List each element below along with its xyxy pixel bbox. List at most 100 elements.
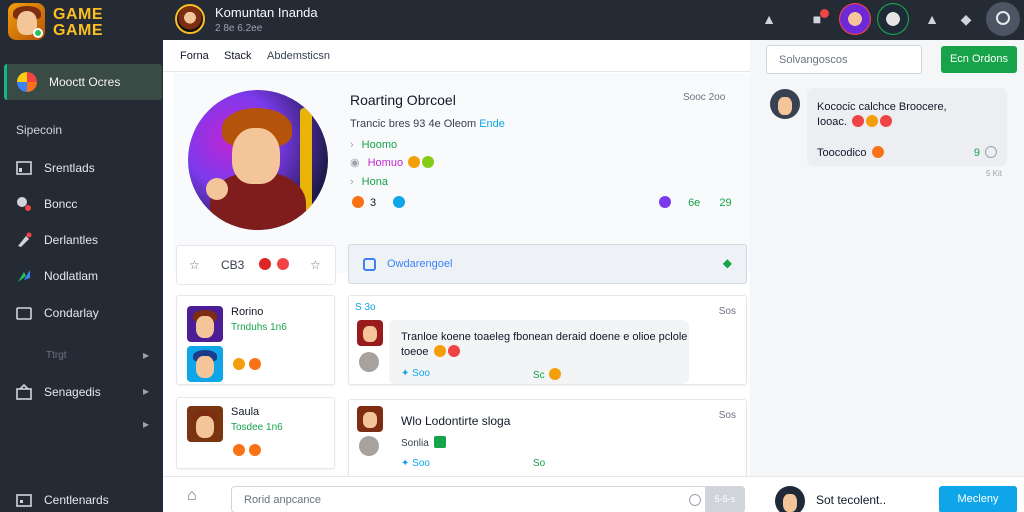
- feed-post: Sos Wlo Lodontirte sloga Sonlia ✦ Soo So: [348, 399, 747, 477]
- post-avatar-small[interactable]: [359, 436, 379, 456]
- friend-avatar[interactable]: [877, 3, 909, 35]
- search-input[interactable]: Solvangoscos: [766, 45, 922, 74]
- sidebar-item-label: Centlenards: [44, 493, 109, 507]
- sidebar-item-calendar[interactable]: Condarlay: [0, 300, 163, 326]
- side-card[interactable]: Rorino Trnduhs 1n6: [176, 295, 335, 385]
- emoji-icon: [866, 115, 879, 127]
- post-likes[interactable]: ✦ Soo: [401, 368, 430, 379]
- tab-forum[interactable]: Forna: [180, 50, 209, 62]
- action-count[interactable]: CB3: [221, 258, 244, 272]
- chevron-right-icon: ▸: [142, 384, 149, 398]
- sidebar-item-bonus[interactable]: Boncc: [0, 191, 163, 217]
- settings-icon[interactable]: [985, 146, 997, 158]
- sidebar-item-settings[interactable]: Senagedis ▸: [0, 379, 163, 405]
- tab-abdemstics[interactable]: Abdemsticsn: [267, 50, 330, 62]
- tab-stack[interactable]: Stack: [224, 50, 252, 62]
- sidebar-item-details[interactable]: Derlantles: [0, 227, 163, 253]
- post-avatar[interactable]: [357, 320, 383, 346]
- post-time: Sos: [718, 306, 736, 317]
- status-box[interactable]: Owdarengoel ◆: [348, 244, 747, 284]
- chevron-right-icon[interactable]: ▸: [143, 348, 149, 362]
- sidebar-section-label: Sipecoin: [16, 123, 63, 137]
- avatar-face: [363, 412, 377, 428]
- sidebar-item-label: Mooctt Ocres: [49, 75, 121, 89]
- post-likes[interactable]: ✦ Soo: [401, 458, 430, 469]
- app-logo[interactable]: [8, 3, 45, 40]
- profile-name: Roarting Obrcoel: [350, 92, 456, 108]
- check-icon: ◆: [722, 256, 732, 270]
- target-icon: ◉: [350, 157, 360, 169]
- notification-icon[interactable]: ■: [807, 9, 829, 29]
- chevron-right-icon[interactable]: ▸: [143, 417, 149, 431]
- message-avatar[interactable]: [770, 89, 800, 119]
- sidebar-item-notifications[interactable]: Nodlatlam: [0, 263, 163, 289]
- home-icon[interactable]: ⌂: [187, 487, 197, 505]
- bottom-bar: ⌂ Rorid anpcance 5-5-s Sot tecolent.. Me…: [163, 476, 1024, 512]
- home-icon[interactable]: ▲: [922, 9, 942, 29]
- post-count[interactable]: Sc: [533, 368, 562, 381]
- message-word: Iooac.: [817, 116, 847, 128]
- channel-avatar[interactable]: [175, 4, 205, 34]
- logo-text-line-1: GAME: [53, 6, 103, 23]
- card-subtitle: Tosdee 1n6: [231, 422, 283, 433]
- sidebar: GAME GAME Mooctt Ocres Sipecoin Srentlad…: [0, 0, 163, 512]
- profile-line-text: Hona: [361, 176, 388, 188]
- checkbox-icon: [363, 258, 376, 271]
- post-count[interactable]: So: [533, 458, 545, 469]
- emoji-icon[interactable]: [689, 494, 701, 506]
- profile-meta-text: Trancic bres 93 4e Oleom: [350, 118, 477, 130]
- emoji-icon: [352, 196, 364, 208]
- message-count: 9: [974, 146, 997, 159]
- hero-hand: [206, 178, 228, 200]
- friend-avatar[interactable]: [839, 3, 871, 35]
- chevron-right-icon: ›: [350, 139, 354, 151]
- user-avatar[interactable]: [775, 486, 805, 512]
- avatar-face: [778, 97, 792, 115]
- app-logo-text: GAME GAME: [53, 7, 103, 39]
- profile-action-bar: ☆ CB3 ☆: [176, 245, 336, 285]
- message-time: 5 Kit: [985, 169, 1002, 178]
- post-text-line: Tranloe koene toaeleg fbonean deraid doe…: [401, 331, 688, 343]
- search-icon[interactable]: [986, 2, 1020, 36]
- puzzle-icon: [18, 270, 30, 282]
- thumb-face: [196, 316, 214, 338]
- pin-icon: [17, 197, 31, 211]
- star-icon[interactable]: ☆: [310, 258, 321, 272]
- orders-button[interactable]: Ecn Ordons: [941, 46, 1017, 73]
- sidebar-item-footer[interactable]: Centlenards: [0, 487, 163, 512]
- action-button[interactable]: Mecleny: [939, 486, 1017, 512]
- sidebar-item-active[interactable]: Mooctt Ocres: [4, 64, 162, 100]
- emoji-icon[interactable]: [277, 258, 289, 270]
- right-panel: Solvangoscos Ecn Ordons Kococic calchce …: [750, 40, 1024, 476]
- emoji-icon: [871, 146, 884, 158]
- grid-icon: [16, 494, 32, 507]
- pen-icon: [18, 232, 32, 247]
- sidebar-item-label: Boncc: [44, 197, 78, 211]
- star-outline-icon[interactable]: ☆: [189, 258, 200, 272]
- sidebar-item-stats[interactable]: Srentlads: [0, 155, 163, 181]
- thumb-face: [196, 416, 214, 438]
- bell-icon[interactable]: ◆: [956, 9, 976, 29]
- main-panel: Forna Stack Abdemsticsn Roarting Obrcoel…: [163, 40, 750, 477]
- sidebar-item-label: Senagedis: [44, 385, 101, 399]
- sidebar-sub-item[interactable]: Ttrgt: [46, 350, 67, 361]
- game-ball-icon: [17, 72, 37, 92]
- message-input[interactable]: Rorid anpcance: [231, 486, 743, 512]
- profile-meta-link[interactable]: Ende: [479, 118, 505, 130]
- emoji-icon: [422, 156, 435, 168]
- avatar-face: [783, 494, 797, 512]
- emoji-icon: [249, 444, 261, 456]
- channel-subtitle: 2 8e 6.2ee: [215, 23, 263, 34]
- post-avatar[interactable]: [357, 406, 383, 432]
- record-icon[interactable]: [259, 258, 271, 270]
- crown-icon[interactable]: ▲: [759, 9, 779, 29]
- send-button[interactable]: 5-5-s: [705, 486, 745, 512]
- side-card[interactable]: Saula Tosdee 1n6: [176, 397, 335, 469]
- badge-icon: [659, 196, 671, 208]
- profile-time: Sooc 2oo: [683, 92, 726, 103]
- post-avatar-small[interactable]: [359, 352, 379, 372]
- emoji-icon: [852, 115, 865, 127]
- post-title: Wlo Lodontirte sloga: [401, 414, 511, 428]
- tag-icon: [433, 436, 446, 448]
- card-title: Rorino: [231, 306, 264, 318]
